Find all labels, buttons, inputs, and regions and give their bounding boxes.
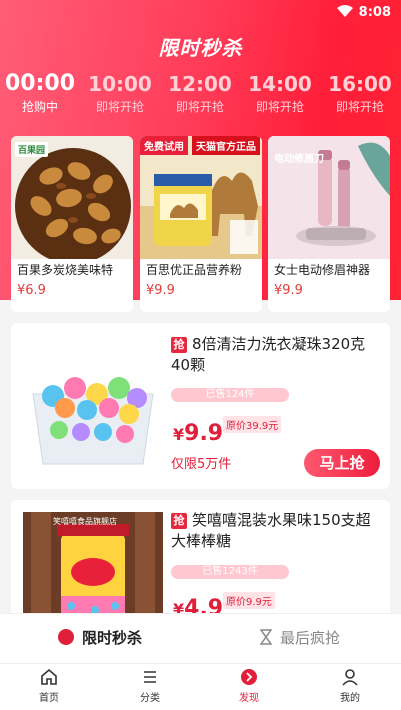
list-icon bbox=[144, 671, 156, 683]
slot-time: 16:00 bbox=[328, 72, 392, 96]
status-time: 8:08 bbox=[358, 5, 391, 20]
top-product-card[interactable]: 免费试用 天猫官方正品 百思优正品营养粉 ¥9.9 bbox=[140, 136, 262, 312]
time-slot-1000[interactable]: 10:00 即将开抢 bbox=[82, 72, 158, 115]
product-price: ¥6.9 bbox=[17, 283, 46, 298]
hourglass-icon bbox=[259, 629, 273, 647]
product-name: 百果多炭烧美味特 bbox=[17, 263, 114, 277]
grab-badge: 抢 bbox=[171, 513, 187, 529]
nav-label: 首页 bbox=[39, 693, 59, 704]
bottom-navigation: 首页 分类 发现 我的 bbox=[0, 663, 401, 710]
product-card[interactable]: 笑嘻嘻食品旗舰店 抢笑嘻嘻混装水果味150支超大棒棒糖 已售1243件 ¥4.9… bbox=[11, 500, 390, 620]
product-image-label: 电动修眉刀 bbox=[274, 154, 324, 165]
product-name: 女士电动修眉神器 bbox=[274, 263, 371, 277]
nav-label: 我的 bbox=[340, 693, 360, 704]
product-info: 抢 8倍清洁力洗衣凝珠320克40颗 bbox=[171, 334, 380, 376]
nav-label: 分类 bbox=[140, 693, 160, 704]
page-title: 限时秒杀 bbox=[158, 36, 243, 60]
nav-discover[interactable]: 发现 bbox=[219, 668, 279, 704]
product-image-camel-milk: 免费试用 天猫官方正品 bbox=[140, 136, 262, 259]
limit-text: 仅限5万件 bbox=[171, 457, 232, 472]
slot-status: 即将开抢 bbox=[335, 100, 384, 114]
product-image-lollipops: 笑嘻嘻食品旗舰店 bbox=[23, 512, 163, 620]
product-title: 抢 8倍清洁力洗衣凝珠320克40颗 bbox=[171, 334, 380, 376]
tab-label: 最后疯抢 bbox=[280, 629, 341, 647]
nav-home[interactable]: 首页 bbox=[19, 668, 79, 704]
product-image-laundry-pods bbox=[23, 336, 163, 476]
sub-tab-bar: 限时秒杀 最后疯抢 bbox=[0, 613, 401, 663]
product-image-eyebrow-trimmer: 电动修眉刀 bbox=[268, 136, 390, 259]
time-slot-1200[interactable]: 12:00 即将开抢 bbox=[162, 72, 238, 115]
slot-time: 00:00 bbox=[4, 71, 76, 96]
slot-status: 抢购中 bbox=[21, 100, 58, 114]
nav-category[interactable]: 分类 bbox=[120, 668, 180, 704]
tab-flash-sale[interactable]: 限时秒杀 bbox=[58, 627, 142, 648]
user-icon bbox=[342, 669, 358, 686]
top-product-card[interactable]: 百果园 百果多炭烧美味特 ¥6.9 bbox=[11, 136, 133, 312]
store-name: 笑嘻嘻食品旗舰店 bbox=[53, 517, 117, 526]
time-slot-tabs: 00:00 抢购中 10:00 即将开抢 12:00 即将开抢 14:00 即将… bbox=[0, 72, 401, 122]
nav-label: 发现 bbox=[239, 693, 259, 704]
wifi-icon bbox=[337, 5, 353, 22]
slot-time: 10:00 bbox=[88, 72, 152, 96]
sold-progress-bar: 已售124件 bbox=[171, 388, 289, 402]
time-slot-1600[interactable]: 16:00 即将开抢 bbox=[322, 72, 398, 115]
discover-icon bbox=[241, 669, 257, 685]
free-trial-tag: 免费试用 bbox=[140, 136, 188, 155]
original-price: 原价39.9元 bbox=[223, 416, 282, 433]
product-card[interactable]: 抢 8倍清洁力洗衣凝珠320克40颗 已售124件 ¥9.9 原价39.9元 仅限… bbox=[11, 323, 390, 489]
product-title: 抢笑嘻嘻混装水果味150支超大棒棒糖 bbox=[171, 510, 380, 552]
slot-status: 即将开抢 bbox=[175, 100, 224, 114]
top-product-card[interactable]: 电动修眉刀 女士电动修眉神器 ¥9.9 bbox=[268, 136, 390, 312]
product-price: ¥9.9 bbox=[146, 283, 175, 298]
time-slot-1400[interactable]: 14:00 即将开抢 bbox=[242, 72, 318, 115]
tab-last-chance[interactable]: 最后疯抢 bbox=[259, 627, 341, 648]
sale-price: ¥9.9 bbox=[173, 421, 223, 446]
buy-now-button[interactable]: 马上抢 bbox=[304, 449, 380, 477]
slot-time: 12:00 bbox=[168, 72, 232, 96]
product-image-cashews: 百果园 bbox=[11, 136, 133, 264]
tmall-official-tag: 天猫官方正品 bbox=[192, 136, 260, 155]
slot-status: 即将开抢 bbox=[95, 100, 144, 114]
product-price: ¥9.9 bbox=[274, 283, 303, 298]
grab-badge: 抢 bbox=[171, 337, 187, 353]
home-icon bbox=[41, 668, 57, 685]
price-value: 9.9 bbox=[184, 421, 224, 446]
brand-logo: 百果园 bbox=[15, 142, 49, 157]
product-name: 百思优正品营养粉 bbox=[146, 263, 243, 277]
lightning-icon bbox=[58, 629, 74, 645]
product-info: 抢笑嘻嘻混装水果味150支超大棒棒糖 bbox=[171, 510, 380, 552]
nav-profile[interactable]: 我的 bbox=[320, 668, 380, 704]
product-title-text: 笑嘻嘻混装水果味150支超大棒棒糖 bbox=[171, 511, 371, 550]
status-bar: 8:08 bbox=[0, 0, 401, 26]
time-slot-0000[interactable]: 00:00 抢购中 bbox=[2, 72, 78, 115]
currency-symbol: ¥ bbox=[173, 425, 185, 444]
slot-time: 14:00 bbox=[248, 72, 312, 96]
tab-label: 限时秒杀 bbox=[82, 629, 143, 647]
original-price: 原价9.9元 bbox=[223, 592, 275, 609]
slot-status: 即将开抢 bbox=[255, 100, 304, 114]
product-title-text: 8倍清洁力洗衣凝珠320克40颗 bbox=[171, 335, 366, 374]
sold-progress-bar: 已售1243件 bbox=[171, 565, 289, 579]
